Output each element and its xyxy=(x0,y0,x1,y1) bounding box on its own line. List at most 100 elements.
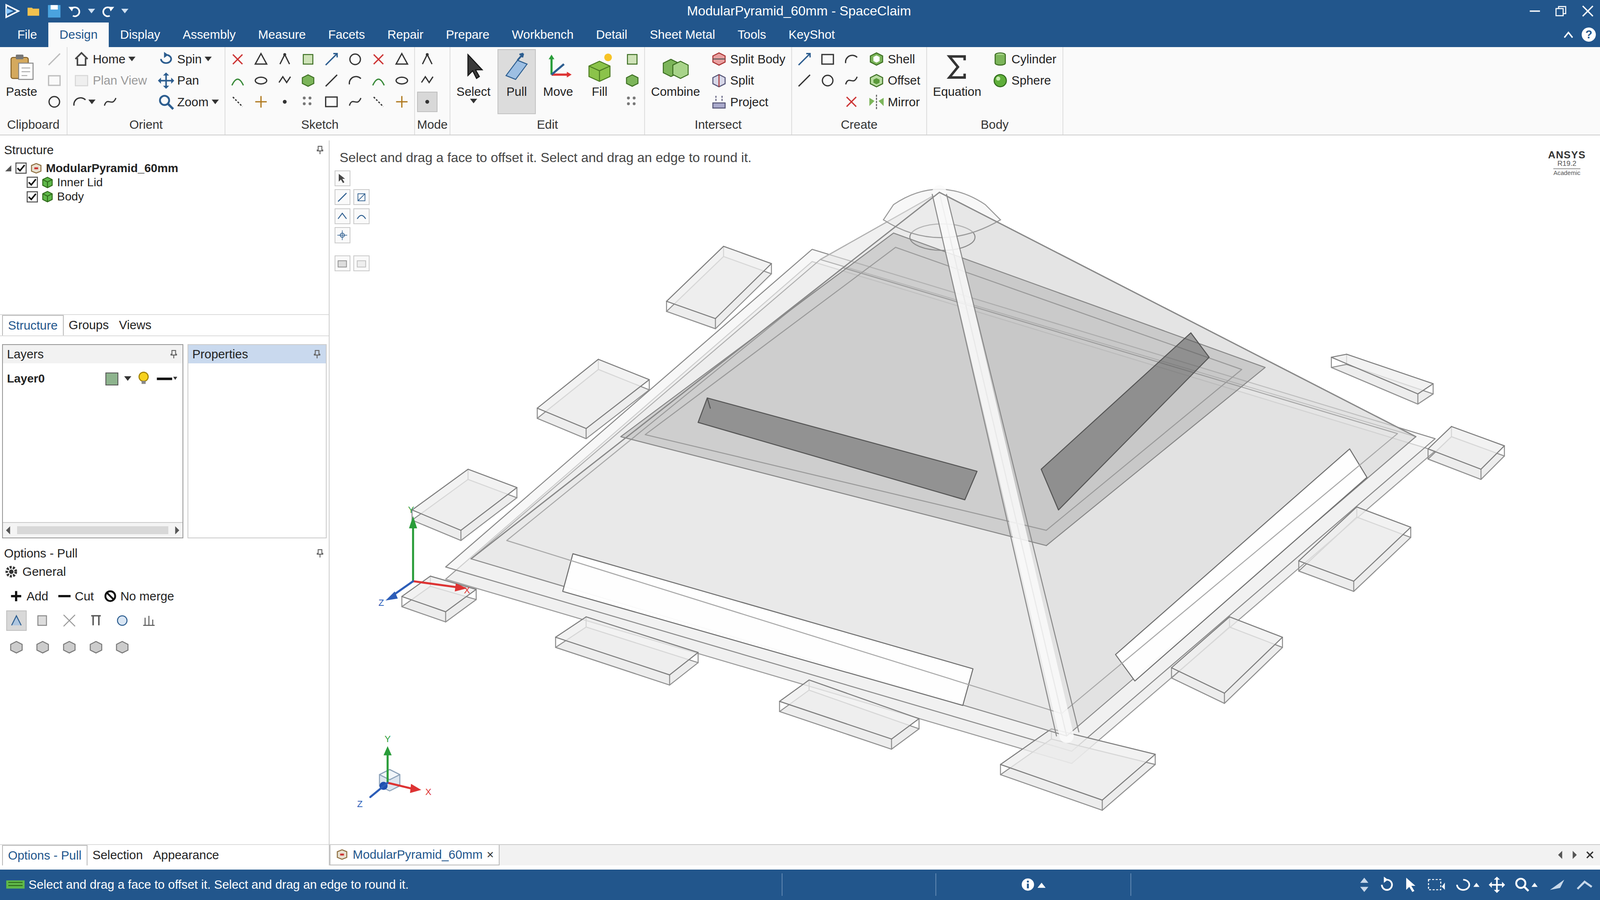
ribbon-tab[interactable]: Detail xyxy=(585,22,639,48)
ribbon-button[interactable]: Combine xyxy=(647,49,704,115)
ribbon-icon-button[interactable] xyxy=(621,49,643,70)
ribbon-button[interactable]: Split xyxy=(707,70,758,91)
ribbon-tab[interactable]: Design xyxy=(48,22,109,48)
ribbon-button[interactable]: Shell xyxy=(864,49,920,70)
ribbon-icon-button[interactable] xyxy=(391,70,413,91)
ribbon-button[interactable]: Fill xyxy=(580,49,619,115)
tree-row[interactable]: Body xyxy=(4,189,325,204)
viewport-tool[interactable] xyxy=(334,227,351,243)
ribbon-icon-button[interactable] xyxy=(69,91,99,113)
ribbon-icon-button[interactable] xyxy=(227,91,248,113)
ribbon-icon-button[interactable] xyxy=(817,70,838,91)
ribbon-button[interactable]: Cylinder xyxy=(988,49,1061,70)
panel-tab[interactable]: Appearance xyxy=(147,845,225,866)
pyramid-model[interactable]: YXZYXZ xyxy=(329,140,1600,844)
pull-option-button[interactable] xyxy=(59,610,80,631)
ribbon-icon-button[interactable] xyxy=(817,49,838,70)
viewport-tool[interactable] xyxy=(334,255,351,272)
panel-tab[interactable]: Structure xyxy=(2,315,64,336)
ribbon-button[interactable]: Equation xyxy=(929,49,986,115)
ribbon-tab[interactable]: File xyxy=(6,22,49,48)
pull-option-button[interactable] xyxy=(6,610,27,631)
tree-row[interactable]: Inner Lid xyxy=(4,175,325,190)
ribbon-button[interactable]: Plan View xyxy=(69,70,151,91)
layer-row[interactable]: Layer0 xyxy=(2,363,183,394)
ribbon-icon-button[interactable] xyxy=(297,70,319,91)
ribbon-button[interactable]: Pull xyxy=(497,49,536,115)
ribbon-button[interactable]: Offset xyxy=(864,70,925,91)
ribbon-icon-button[interactable] xyxy=(368,91,389,113)
ribbon-icon-button[interactable] xyxy=(321,70,342,91)
ribbon-tab[interactable]: Sheet Metal xyxy=(638,22,727,48)
ribbon-icon-button[interactable] xyxy=(274,49,295,70)
tree-row[interactable]: ModularPyramid_60mm xyxy=(4,160,325,175)
panel-tab[interactable]: Options - Pull xyxy=(2,845,88,866)
viewport-tool[interactable] xyxy=(353,189,370,205)
merge-option[interactable]: Add xyxy=(10,589,48,604)
ribbon-icon-button[interactable] xyxy=(274,70,295,91)
pull-option-button[interactable] xyxy=(6,637,27,658)
panel-tab[interactable]: Views xyxy=(113,315,157,336)
ribbon-button[interactable]: Move xyxy=(538,49,578,115)
ribbon-tab[interactable]: Display xyxy=(108,22,172,48)
ribbon-tab[interactable]: Facets xyxy=(317,22,377,48)
panel-tab[interactable]: Groups xyxy=(63,315,115,336)
pull-option-button[interactable] xyxy=(138,610,160,631)
close-tab-button[interactable]: × xyxy=(486,847,494,862)
ribbon-icon-button[interactable] xyxy=(44,70,65,91)
ribbon-icon-button[interactable] xyxy=(227,49,248,70)
ribbon-icon-button[interactable] xyxy=(417,70,438,91)
ribbon-icon-button[interactable] xyxy=(841,70,862,91)
ribbon-icon-button[interactable] xyxy=(250,70,272,91)
ribbon-icon-button[interactable] xyxy=(227,70,248,91)
ribbon-icon-button[interactable] xyxy=(391,49,413,70)
panel-tab[interactable]: Selection xyxy=(87,845,148,866)
ribbon-button[interactable]: Pan xyxy=(153,70,203,91)
ribbon-icon-button[interactable] xyxy=(368,49,389,70)
ribbon-icon-button[interactable] xyxy=(100,91,121,113)
ribbon-button[interactable]: Mirror xyxy=(864,92,924,113)
pull-option-button[interactable] xyxy=(59,637,80,658)
pull-option-button[interactable] xyxy=(112,637,133,658)
ribbon-icon-button[interactable] xyxy=(841,91,862,113)
pull-option-button[interactable] xyxy=(85,610,107,631)
ribbon-icon-button[interactable] xyxy=(44,49,65,70)
pull-option-button[interactable] xyxy=(32,637,53,658)
ribbon-icon-button[interactable] xyxy=(345,91,366,113)
pull-option-button[interactable] xyxy=(85,637,107,658)
viewport-tool[interactable] xyxy=(334,208,351,225)
ribbon-tab[interactable]: KeyShot xyxy=(777,22,847,48)
ribbon-icon-button[interactable] xyxy=(417,49,438,70)
ribbon-tab[interactable]: Repair xyxy=(376,22,435,48)
viewport-tool[interactable] xyxy=(353,255,370,272)
ribbon-icon-button[interactable] xyxy=(250,49,272,70)
ribbon-button[interactable]: Zoom xyxy=(153,92,223,113)
ribbon-icon-button[interactable] xyxy=(345,70,366,91)
ribbon-button[interactable]: Split Body xyxy=(707,49,790,70)
ribbon-button[interactable]: Spin xyxy=(153,49,216,70)
merge-option[interactable]: Cut xyxy=(58,589,94,604)
ribbon-icon-button[interactable] xyxy=(621,91,643,113)
ribbon-button[interactable]: Project xyxy=(707,92,773,113)
ribbon-icon-button[interactable] xyxy=(321,49,342,70)
pull-option-button[interactable] xyxy=(112,610,133,631)
ribbon-icon-button[interactable] xyxy=(297,49,319,70)
ribbon-icon-button[interactable] xyxy=(44,91,65,113)
ribbon-button[interactable]: Select xyxy=(452,49,495,115)
ribbon-icon-button[interactable] xyxy=(841,49,862,70)
ribbon-tab[interactable]: Prepare xyxy=(434,22,501,48)
pull-option-button[interactable] xyxy=(32,610,53,631)
ribbon-button[interactable]: Home xyxy=(69,49,140,70)
ribbon-icon-button[interactable] xyxy=(368,70,389,91)
ribbon-icon-button[interactable] xyxy=(297,91,319,113)
ribbon-icon-button[interactable] xyxy=(321,91,342,113)
ribbon-tab[interactable]: Workbench xyxy=(500,22,585,48)
ribbon-icon-button[interactable] xyxy=(794,70,815,91)
ribbon-icon-button[interactable] xyxy=(794,49,815,70)
ribbon-button[interactable]: Sphere xyxy=(988,70,1055,91)
ribbon-icon-button[interactable] xyxy=(621,70,643,91)
ribbon-icon-button[interactable] xyxy=(250,91,272,113)
help-button[interactable]: ? xyxy=(1581,27,1596,42)
merge-option[interactable]: No merge xyxy=(104,589,175,604)
ribbon-tab[interactable]: Tools xyxy=(726,22,778,48)
